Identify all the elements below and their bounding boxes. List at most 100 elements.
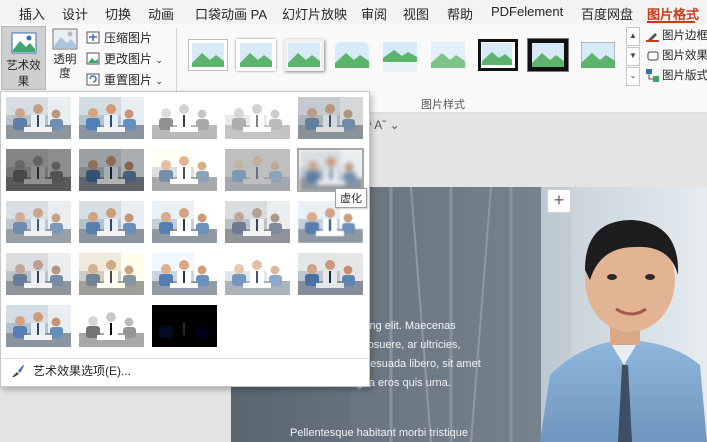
change-picture-button[interactable]: 更改图片 ⌄ (86, 50, 163, 68)
artistic-effect-blur[interactable] (297, 148, 364, 192)
transparency-label: 透明度 (53, 54, 77, 80)
picture-effects-label: 图片效果 (662, 50, 707, 62)
gallery-scroll-down-button[interactable]: ▼ (626, 47, 640, 66)
tab-insert[interactable]: 插入 (19, 4, 45, 23)
artistic-effect-pastels-smooth[interactable] (224, 252, 291, 296)
artistic-effect-paint-strokes[interactable] (78, 148, 145, 192)
picture-style-beveled[interactable] (578, 39, 618, 71)
picture-style-drop-shadow[interactable] (284, 39, 324, 71)
picture-layout-icon (646, 69, 659, 82)
artistic-effect-preview (6, 97, 71, 139)
artistic-effect-preview (6, 149, 71, 191)
picture-style-thick-black-frame[interactable] (528, 39, 568, 71)
artistic-effect-photocopy[interactable] (78, 304, 145, 348)
active-tab-indicator (647, 21, 695, 23)
artistic-effect-light-screen[interactable] (5, 200, 72, 244)
artistic-effects-options-item[interactable]: 艺术效果选项(E)... (11, 362, 131, 380)
gallery-more-button[interactable]: ⌄ (626, 67, 640, 86)
artistic-effect-preview (6, 305, 71, 347)
tab-help[interactable]: 帮助 (447, 4, 473, 23)
compress-pictures-button[interactable]: 压缩图片 (86, 29, 152, 47)
dropdown-separator (1, 358, 369, 359)
artistic-effect-preview (299, 150, 362, 190)
artistic-effect-preview (79, 149, 144, 191)
artistic-effect-cutout[interactable] (5, 304, 72, 348)
reset-picture-label: 重置图片 (104, 73, 153, 87)
artistic-effect-preview (298, 97, 363, 139)
artistic-effect-crisscross-etching[interactable] (151, 252, 218, 296)
artistic-effect-paint-brush[interactable] (151, 148, 218, 192)
artistic-effect-preview (79, 305, 144, 347)
person-photo (540, 220, 707, 442)
picture-style-reflected[interactable] (380, 39, 420, 72)
picture-border-label: 图片边框 (662, 30, 707, 42)
artistic-effect-mosaic-bubbles[interactable] (224, 200, 291, 244)
compress-icon (86, 31, 100, 44)
tab-review[interactable]: 审阅 (361, 4, 387, 23)
artistic-effect-preview (79, 97, 144, 139)
artistic-effects-button[interactable]: 艺术效果 ⌄ (1, 26, 46, 99)
artistic-effect-film-grain[interactable] (151, 200, 218, 244)
picture-layout-label: 图片版式 (662, 70, 707, 82)
tab-pdfelement[interactable]: PDFelement (491, 4, 563, 19)
picture-style-simple-frame[interactable] (188, 39, 228, 71)
gallery-scroll: ▲ ▼ ⌄ (626, 27, 640, 86)
artistic-effect-plastic-wrap[interactable] (297, 252, 364, 296)
picture-styles-group-label: 图片样式 (421, 99, 465, 111)
picture-layout-button[interactable]: 图片版式 (646, 68, 707, 84)
artistic-effect-texturizer[interactable] (78, 252, 145, 296)
artistic-effects-options-label: 艺术效果选项(E)... (33, 364, 131, 378)
transparency-button[interactable]: 透明度 (50, 28, 80, 90)
picture-effects-icon (646, 49, 659, 62)
tab-slideshow[interactable]: 幻灯片放映 (282, 4, 347, 23)
picture-border-button[interactable]: 图片边框 (646, 28, 707, 44)
picture-styles-gallery (182, 29, 622, 79)
artistic-effect-preview (79, 201, 144, 243)
picture-style-white-frame[interactable] (236, 39, 276, 71)
artistic-effect-watercolor-sponge[interactable] (78, 200, 145, 244)
picture-border-icon (646, 29, 659, 42)
artistic-effect-cement[interactable] (5, 252, 72, 296)
artistic-effects-icon (11, 32, 36, 54)
artistic-effect-glow-diffused[interactable] (224, 148, 291, 192)
artistic-effect-preview (152, 201, 217, 243)
picture-style-rounded[interactable] (332, 39, 372, 71)
tab-pocket-animation[interactable]: 口袋动画 PA (195, 4, 267, 23)
artistic-effect-preview (152, 97, 217, 139)
paintbrush-icon (11, 364, 25, 378)
picture-effects-button[interactable]: 图片效果 (646, 48, 707, 64)
effect-tooltip: 虚化 (335, 188, 367, 208)
picture-style-black-frame[interactable] (478, 39, 518, 71)
slide-body-text-2[interactable]: Pellentesque habitant morbi tristique (290, 427, 468, 439)
picture-style-soft-edge[interactable] (428, 39, 468, 71)
tab-transitions[interactable]: 切换 (105, 4, 131, 23)
tab-baidu-netdisk[interactable]: 百度网盘 (581, 4, 633, 23)
artistic-effect-preview (298, 253, 363, 295)
reset-picture-button[interactable]: 重置图片 ⌄ (86, 71, 163, 89)
artistic-effect-pencil-sketch[interactable] (224, 96, 291, 140)
compress-pictures-label: 压缩图片 (104, 31, 153, 45)
transparency-icon (52, 28, 78, 50)
artistic-effect-preview (152, 149, 217, 191)
artistic-effect-pencil-grayscale[interactable] (151, 96, 218, 140)
artistic-effect-preview (225, 253, 290, 295)
change-picture-label: 更改图片 (104, 52, 153, 66)
tab-animations[interactable]: 动画 (148, 4, 174, 23)
artistic-effect-preview (152, 305, 217, 347)
change-picture-icon (86, 52, 100, 65)
reset-picture-icon (86, 73, 100, 86)
artistic-effect-line-drawing[interactable] (297, 96, 364, 140)
artistic-effect-chalk-sketch[interactable] (5, 148, 72, 192)
tab-view[interactable]: 视图 (403, 4, 429, 23)
ribbon-tab-bar: 插入 设计 切换 动画 口袋动画 PA 幻灯片放映 审阅 视图 帮助 PDFel… (0, 0, 707, 24)
artistic-effect-marker[interactable] (78, 96, 145, 140)
artistic-effect-none[interactable] (5, 96, 72, 140)
gallery-scroll-up-button[interactable]: ▲ (626, 27, 640, 46)
artistic-effects-dropdown: 艺术效果选项(E)... (0, 91, 370, 387)
chevron-down-icon: ⌄ (155, 76, 163, 86)
artistic-effect-glow-edges[interactable] (151, 304, 218, 348)
artistic-effect-preview (79, 253, 144, 295)
artistic-effect-preview (225, 201, 290, 243)
artistic-effect-preview (6, 201, 71, 243)
tab-design[interactable]: 设计 (62, 4, 88, 23)
